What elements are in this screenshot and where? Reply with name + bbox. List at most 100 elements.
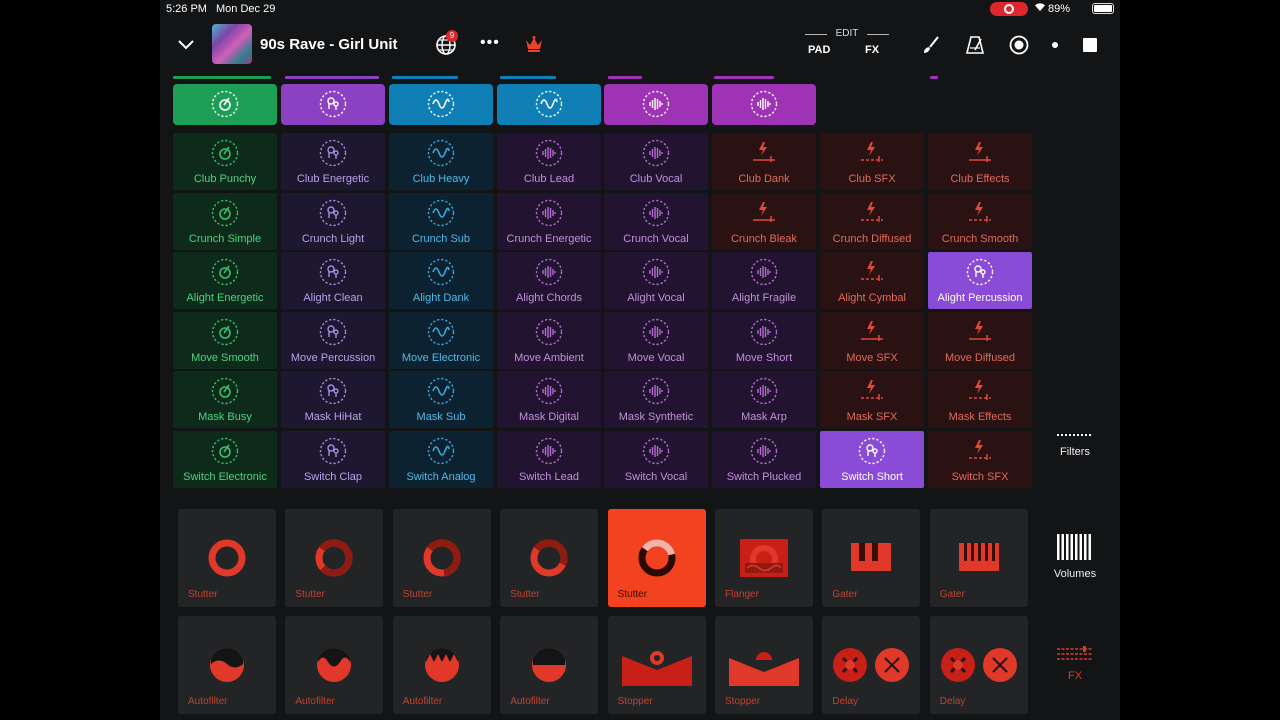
- pad-label: Move Short: [735, 352, 793, 364]
- pad-label: Alight Dank: [412, 292, 470, 304]
- fx-tile-stopper[interactable]: Stopper: [715, 616, 813, 714]
- pad-mask-digital[interactable]: Mask Digital: [497, 371, 601, 428]
- stutter-ring-icon: [636, 537, 678, 579]
- pad-move-smooth[interactable]: Move Smooth: [173, 312, 277, 369]
- pad-label: Switch Lead: [519, 471, 579, 483]
- pad-club-heavy[interactable]: Club Heavy: [389, 133, 493, 190]
- pad-move-ambient[interactable]: Move Ambient: [497, 312, 601, 369]
- pad-move-vocal[interactable]: Move Vocal: [604, 312, 708, 369]
- pad-alight-cymbal[interactable]: Alight Cymbal: [820, 252, 924, 309]
- side-fx-button[interactable]: FX: [1040, 646, 1110, 682]
- brush-icon[interactable]: [920, 34, 942, 56]
- pad-club-dank[interactable]: Club Dank: [712, 133, 816, 190]
- pad-alight-percussion[interactable]: Alight Percussion: [928, 252, 1032, 309]
- song-title[interactable]: 90s Rave - Girl Unit: [260, 36, 398, 53]
- pad-move-electronic[interactable]: Move Electronic: [389, 312, 493, 369]
- pad-club-lead[interactable]: Club Lead: [497, 133, 601, 190]
- pad-crunch-diffused[interactable]: Crunch Diffused: [820, 193, 924, 250]
- edit-fx-button[interactable]: FX: [865, 44, 879, 56]
- pad-alight-fragile[interactable]: Alight Fragile: [712, 252, 816, 309]
- pad-switch-vocal[interactable]: Switch Vocal: [604, 431, 708, 488]
- pad-label: Mask SFX: [846, 411, 898, 423]
- vocal-icon: [534, 138, 564, 168]
- column-header-5[interactable]: [604, 84, 708, 125]
- edit-line-right: [867, 34, 889, 35]
- more-icon[interactable]: •••: [480, 34, 500, 52]
- pad-alight-clean[interactable]: Alight Clean: [281, 252, 385, 309]
- pad-switch-electronic[interactable]: Switch Electronic: [173, 431, 277, 488]
- fx-tile-stutter[interactable]: Stutter: [607, 509, 706, 607]
- side-volumes-button[interactable]: Volumes: [1040, 534, 1110, 580]
- pad-move-diffused[interactable]: Move Diffused: [928, 312, 1032, 369]
- pad-club-vocal[interactable]: Club Vocal: [604, 133, 708, 190]
- pad-alight-vocal[interactable]: Alight Vocal: [604, 252, 708, 309]
- pad-mask-hihat[interactable]: Mask HiHat: [281, 371, 385, 428]
- pad-switch-short[interactable]: Switch Short: [820, 431, 924, 488]
- fx-tile-gater[interactable]: Gater: [929, 509, 1028, 607]
- pad-club-punchy[interactable]: Club Punchy: [173, 133, 277, 190]
- filters-label: Filters: [1060, 446, 1090, 458]
- fx-tile-stutter[interactable]: Stutter: [500, 509, 599, 607]
- column-header-1[interactable]: [173, 84, 277, 125]
- side-filters-button[interactable]: Filters: [1040, 432, 1110, 458]
- pad-mask-busy[interactable]: Mask Busy: [173, 371, 277, 428]
- pad-crunch-vocal[interactable]: Crunch Vocal: [604, 193, 708, 250]
- pad-switch-analog[interactable]: Switch Analog: [389, 431, 493, 488]
- fx-tile-delay[interactable]: Delay: [822, 616, 921, 714]
- pad-move-sfx[interactable]: Move SFX: [820, 312, 924, 369]
- column-header-3[interactable]: [389, 84, 493, 125]
- pad-alight-energetic[interactable]: Alight Energetic: [173, 252, 277, 309]
- pad-mask-arp[interactable]: Mask Arp: [712, 371, 816, 428]
- fx-tile-autofilter[interactable]: Autofilter: [500, 616, 599, 714]
- pad-crunch-bleak[interactable]: Crunch Bleak: [712, 193, 816, 250]
- pad-club-effects[interactable]: Club Effects: [928, 133, 1032, 190]
- fx-tile-autofilter[interactable]: Autofilter: [178, 616, 276, 714]
- pad-switch-clap[interactable]: Switch Clap: [281, 431, 385, 488]
- stopper-icon: [729, 646, 799, 688]
- pad-mask-synthetic[interactable]: Mask Synthetic: [604, 371, 708, 428]
- pad-mask-sfx[interactable]: Mask SFX: [820, 371, 924, 428]
- fx-tile-autofilter[interactable]: Autofilter: [285, 616, 384, 714]
- fx-tile-stutter[interactable]: Stutter: [285, 509, 384, 607]
- pad-move-short[interactable]: Move Short: [712, 312, 816, 369]
- pad-switch-lead[interactable]: Switch Lead: [497, 431, 601, 488]
- fx-tile-label: Stutter: [617, 589, 648, 600]
- pad-crunch-sub[interactable]: Crunch Sub: [389, 193, 493, 250]
- pad-crunch-smooth[interactable]: Crunch Smooth: [928, 193, 1032, 250]
- pad-switch-plucked[interactable]: Switch Plucked: [712, 431, 816, 488]
- vocal-icon: [749, 257, 779, 287]
- pad-crunch-light[interactable]: Crunch Light: [281, 193, 385, 250]
- crown-icon[interactable]: [524, 35, 544, 53]
- fx-tile-stutter[interactable]: Stutter: [392, 509, 491, 607]
- pad-alight-chords[interactable]: Alight Chords: [497, 252, 601, 309]
- metronome-icon[interactable]: [964, 34, 986, 56]
- pad-mask-effects[interactable]: Mask Effects: [928, 371, 1032, 428]
- pad-label: Mask Digital: [519, 411, 579, 423]
- column-header-6[interactable]: [712, 84, 816, 125]
- pad-label: Switch Plucked: [726, 471, 802, 483]
- pad-alight-dank[interactable]: Alight Dank: [389, 252, 493, 309]
- record-icon[interactable]: [1008, 34, 1030, 56]
- column-header-4[interactable]: [497, 84, 601, 125]
- percussion-icon: [318, 376, 348, 406]
- fx-tile-stopper[interactable]: Stopper: [607, 616, 706, 714]
- fx-tile-flanger[interactable]: Flanger: [715, 509, 813, 607]
- gater-icon: [958, 541, 1000, 583]
- pad-switch-sfx[interactable]: Switch SFX: [928, 431, 1032, 488]
- fx-tile-autofilter[interactable]: Autofilter: [392, 616, 491, 714]
- pad-crunch-simple[interactable]: Crunch Simple: [173, 193, 277, 250]
- pad-mask-sub[interactable]: Mask Sub: [389, 371, 493, 428]
- pad-club-energetic[interactable]: Club Energetic: [281, 133, 385, 190]
- stop-icon[interactable]: [1083, 38, 1097, 52]
- pad-club-sfx[interactable]: Club SFX: [820, 133, 924, 190]
- fx-tile-stutter[interactable]: Stutter: [178, 509, 276, 607]
- edit-pad-button[interactable]: PAD: [808, 44, 830, 56]
- pad-move-percussion[interactable]: Move Percussion: [281, 312, 385, 369]
- album-art[interactable]: [212, 24, 252, 64]
- column-header-2[interactable]: [281, 84, 385, 125]
- fx-tile-gater[interactable]: Gater: [822, 509, 921, 607]
- fx-tile-delay[interactable]: Delay: [929, 616, 1028, 714]
- chevron-down-icon[interactable]: [176, 34, 196, 54]
- pad-crunch-energetic[interactable]: Crunch Energetic: [497, 193, 601, 250]
- screen-record-indicator: [990, 2, 1028, 16]
